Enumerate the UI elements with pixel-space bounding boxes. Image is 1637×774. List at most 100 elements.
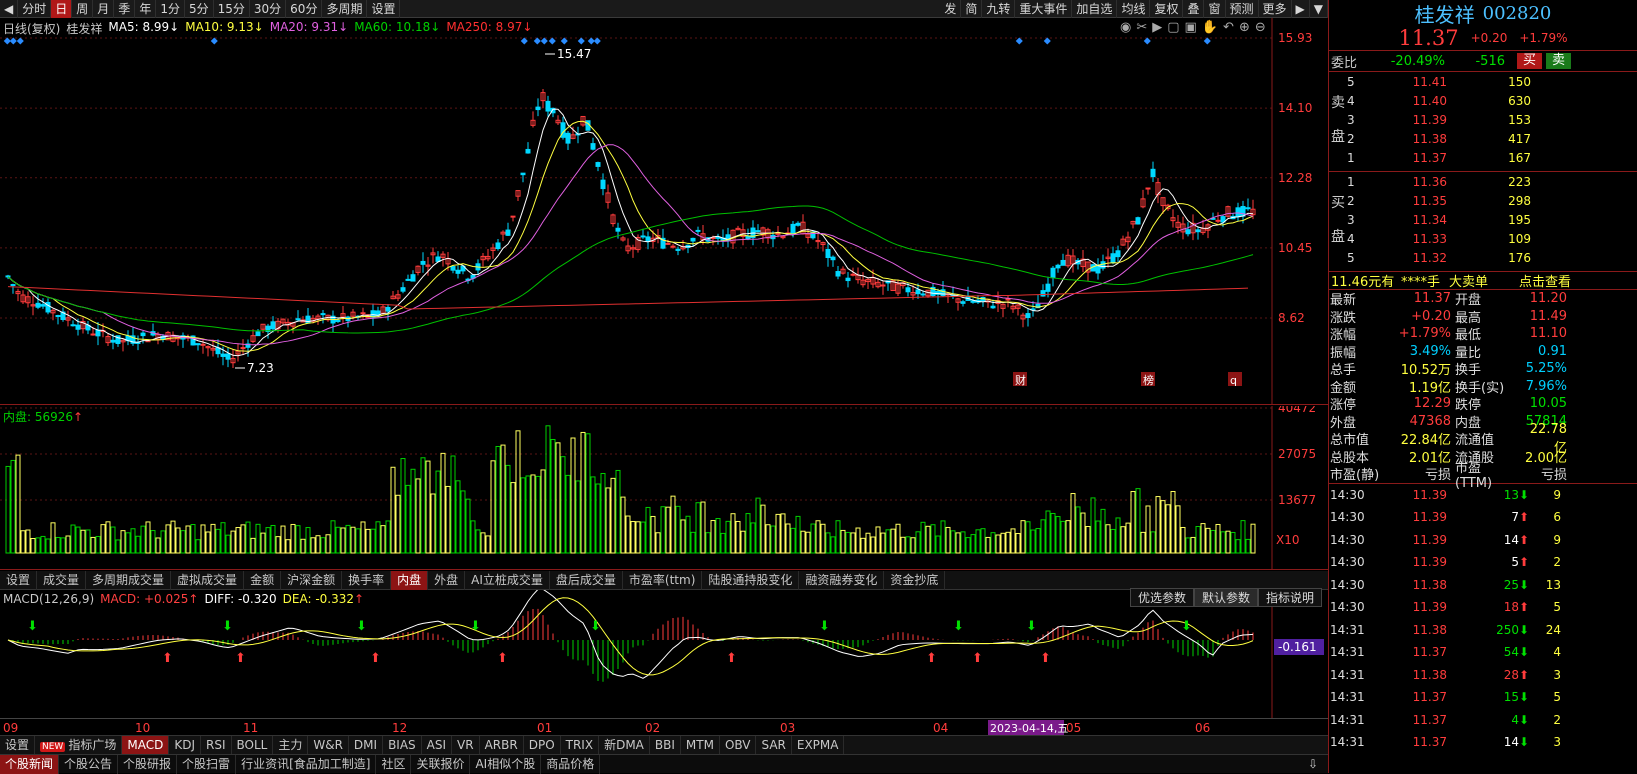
book-level-row[interactable]: 5 11.32 176 — [1347, 249, 1637, 267]
news-tab[interactable]: AI相似个股 — [470, 754, 542, 774]
volume-indicator-tab[interactable]: 内盘 — [391, 570, 429, 590]
indicator-tab[interactable]: ASI — [422, 735, 453, 755]
indicator-tab[interactable]: VR — [452, 735, 480, 755]
book-level-row[interactable]: 3 11.39 153 — [1347, 111, 1637, 129]
volume-indicator-tab[interactable]: 融资融券变化 — [799, 570, 885, 590]
indicator-tab[interactable]: BOLL — [232, 735, 274, 755]
indicator-tab[interactable]: OBV — [720, 735, 757, 755]
period-tab[interactable]: 15分 — [214, 0, 250, 18]
zoom-in-icon[interactable]: ⊕ — [1239, 20, 1250, 35]
macd-param-button[interactable]: 默认参数 — [1194, 588, 1259, 607]
volume-indicator-tab[interactable]: 资金抄底 — [884, 570, 946, 590]
play-icon[interactable]: ▶ — [1152, 20, 1162, 35]
news-tab[interactable]: 商品价格 — [541, 754, 601, 774]
period-tab[interactable]: 月 — [93, 0, 115, 18]
macd-chart[interactable]: +1.24-0.161⬇⬇⬇⬇⬇⬇⬇⬇⬇⬆⬆⬆⬆⬆⬆⬆⬆ MACD(12,26,… — [0, 587, 1328, 718]
toolbar-action[interactable]: 重大事件 — [1015, 0, 1073, 18]
toolbar-action[interactable]: 九转 — [982, 0, 1016, 18]
indicator-tab[interactable]: 设置 — [0, 735, 36, 755]
macd-svg[interactable]: +1.24-0.161⬇⬇⬇⬇⬇⬇⬇⬇⬇⬆⬆⬆⬆⬆⬆⬆⬆ — [0, 587, 1328, 718]
news-tab[interactable]: 个股扫雷 — [177, 754, 237, 774]
indicator-tab[interactable]: W&R — [308, 735, 349, 755]
dropdown-icon[interactable]: ▼ — [1310, 0, 1328, 18]
toolbar-action[interactable]: 窗 — [1204, 0, 1226, 18]
indicator-tab[interactable]: 新DMA — [599, 735, 650, 755]
period-tab[interactable]: 60分 — [286, 0, 323, 18]
zoom-out-icon[interactable]: ⊖ — [1255, 20, 1266, 35]
news-tab[interactable]: 行业资讯[食品加工制造] — [236, 754, 377, 774]
volume-indicator-tab[interactable]: 虚拟成交量 — [171, 570, 245, 590]
volume-indicator-tab[interactable]: 盘后成交量 — [550, 570, 623, 590]
undo-icon[interactable]: ↶ — [1223, 20, 1234, 35]
volume-indicator-tab[interactable]: 多周期成交量 — [86, 570, 172, 590]
volume-indicator-tab[interactable]: 沪深金额 — [281, 570, 343, 590]
indicator-tab[interactable]: RSI — [201, 735, 232, 755]
hand-icon[interactable]: ✋ — [1202, 20, 1218, 35]
lock-icon[interactable]: ▣ — [1185, 20, 1197, 35]
period-tab[interactable]: 1分 — [156, 0, 185, 18]
period-tab[interactable]: 5分 — [185, 0, 214, 18]
back-icon[interactable]: ◀ — [0, 0, 19, 18]
news-tab[interactable]: 个股公告 — [59, 754, 119, 774]
news-tab[interactable]: 个股研报 — [118, 754, 178, 774]
buy-button[interactable]: 买 — [1517, 53, 1543, 69]
volume-indicator-tab[interactable]: 设置 — [0, 570, 38, 590]
period-tab[interactable]: 季 — [114, 0, 136, 18]
indicator-tab[interactable]: SAR — [756, 735, 792, 755]
toolbar-action[interactable]: 发 — [940, 0, 962, 18]
book-level-row[interactable]: 3 11.34 195 — [1347, 211, 1637, 229]
big-order-view-link[interactable]: 点击查看 — [1519, 271, 1571, 290]
sell-button[interactable]: 卖 — [1546, 53, 1572, 69]
volume-indicator-tab[interactable]: 陆股通持股变化 — [702, 570, 800, 590]
news-tab[interactable]: 关联报价 — [411, 754, 471, 774]
kline-chart[interactable]: 15.93 14.10 12.28 10.45 8.62 15.47 7.23 财 榜 q 日线(… — [0, 18, 1328, 405]
toolbar-action[interactable]: 均线 — [1117, 0, 1151, 18]
toolbar-action[interactable]: 预测 — [1226, 0, 1259, 18]
macd-param-button[interactable]: 指标说明 — [1258, 588, 1323, 607]
volume-indicator-tab[interactable]: 成交量 — [37, 570, 87, 590]
scissors-icon[interactable]: ✂ — [1136, 20, 1147, 35]
indicator-tab[interactable]: DMI — [349, 735, 384, 755]
period-tab[interactable]: 30分 — [250, 0, 287, 18]
book-level-row[interactable]: 2 11.35 298 — [1347, 192, 1637, 210]
book-level-row[interactable]: 2 11.38 417 — [1347, 130, 1637, 148]
period-tab[interactable]: 设置 — [367, 0, 401, 18]
book-level-row[interactable]: 1 11.36 223 — [1347, 173, 1637, 191]
book-level-row[interactable]: 4 11.40 630 — [1347, 92, 1637, 110]
period-tab[interactable]: 年 — [135, 0, 157, 18]
toolbar-action[interactable]: 叠 — [1183, 0, 1205, 18]
indicator-tab[interactable]: MTM — [681, 735, 720, 755]
indicator-tab[interactable]: KDJ — [169, 735, 201, 755]
news-tab[interactable]: 社区 — [376, 754, 412, 774]
period-tab[interactable]: 周 — [72, 0, 94, 18]
indicator-tab[interactable]: MACD — [122, 735, 170, 755]
volume-indicator-tab[interactable]: 换手率 — [342, 570, 392, 590]
volume-indicator-tab[interactable]: AI立桩成交量 — [465, 570, 550, 590]
indicator-tab[interactable]: NEW 指标广场 — [35, 735, 123, 755]
news-tab[interactable]: 个股新闻 — [0, 754, 60, 774]
forward-icon[interactable]: ▶ — [1292, 0, 1310, 18]
book-level-row[interactable]: 4 11.33 109 — [1347, 230, 1637, 248]
big-order-row[interactable]: 11.46元有 ****手 大卖单 点击查看 — [1329, 272, 1637, 290]
kline-svg[interactable]: 15.93 14.10 12.28 10.45 8.62 15.47 7.23 财 榜 q — [0, 18, 1328, 405]
square-icon[interactable]: ▢ — [1167, 20, 1179, 35]
indicator-tab[interactable]: EXPMA — [792, 735, 845, 755]
toolbar-action[interactable]: 简 — [961, 0, 983, 18]
volume-indicator-tab[interactable]: 外盘 — [428, 570, 466, 590]
indicator-tab[interactable]: TRIX — [561, 735, 600, 755]
toolbar-action[interactable]: 复权 — [1150, 0, 1184, 18]
volume-svg[interactable]: 40472 27075 13677 X10 — [0, 401, 1328, 570]
volume-chart[interactable]: 40472 27075 13677 X10 内盘: 56926↑ — [0, 401, 1328, 570]
eye-icon[interactable]: ◉ — [1120, 20, 1131, 35]
volume-indicator-tab[interactable]: 市盈率(ttm) — [623, 570, 703, 590]
period-tab[interactable]: 分时 — [18, 0, 52, 18]
toolbar-action[interactable]: 更多 — [1259, 0, 1292, 18]
book-level-row[interactable]: 1 11.37 167 — [1347, 149, 1637, 167]
indicator-tab[interactable]: BBI — [650, 735, 681, 755]
period-tab[interactable]: 日 — [51, 0, 73, 18]
indicator-tab[interactable]: 主力 — [273, 735, 309, 755]
indicator-tab[interactable]: DPO — [524, 735, 561, 755]
volume-indicator-tab[interactable]: 金额 — [244, 570, 282, 590]
toolbar-action[interactable]: 加自选 — [1072, 0, 1118, 18]
period-tab[interactable]: 多周期 — [322, 0, 368, 18]
